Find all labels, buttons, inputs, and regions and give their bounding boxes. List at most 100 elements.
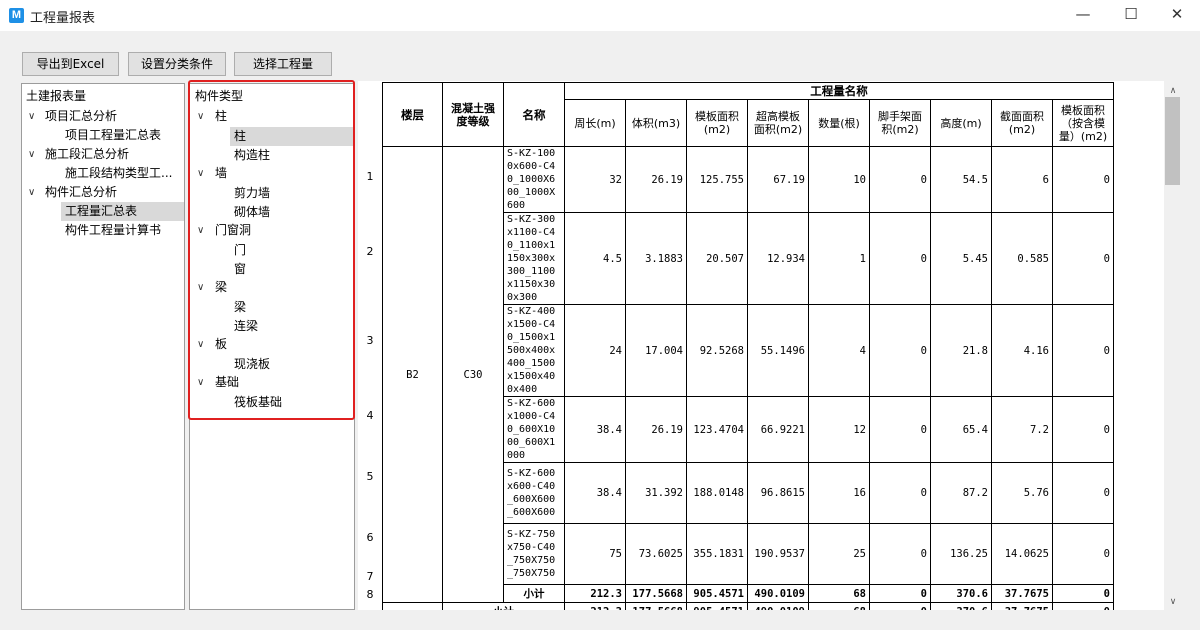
chevron-down-icon[interactable]: ∨ — [28, 111, 35, 122]
cell-scaffold: 0 — [869, 462, 931, 524]
cell-formwork-area: 355.1831 — [686, 523, 748, 585]
cell-height: 21.8 — [930, 304, 992, 397]
cell-scaffold: 0 — [869, 212, 931, 305]
tree-item-stage-structure[interactable]: 施工段结构类型工... — [65, 164, 172, 183]
tree-item-component-calc[interactable]: 构件工程量计算书 — [65, 221, 161, 240]
row-number: 7 — [366, 570, 374, 583]
minimize-button[interactable]: — — [1060, 0, 1106, 31]
scroll-down-icon[interactable]: ∨ — [1164, 594, 1182, 610]
chevron-down-icon[interactable]: ∨ — [28, 187, 35, 198]
cell-formwork-by-content: 0 — [1052, 462, 1114, 524]
row-number: 6 — [366, 531, 374, 544]
title-bar: M 工程量报表 — ☐ ✕ — [0, 0, 1200, 31]
header-high-formwork: 超高模板面积(m2) — [747, 99, 809, 147]
header-height: 高度(m) — [930, 99, 992, 147]
app-logo-icon: M — [9, 8, 24, 23]
cell-volume: 17.004 — [625, 304, 687, 397]
row-number: 8 — [366, 588, 374, 601]
cell-section-area: 6 — [991, 146, 1053, 213]
report-tree-panel: 土建报表量 ∨ 项目汇总分析 项目工程量汇总表 ∨ 施工段汇总分析 施工段结构类… — [21, 83, 185, 610]
set-condition-button[interactable]: 设置分类条件 — [128, 52, 226, 76]
window-title: 工程量报表 — [30, 11, 96, 26]
cell-section-area: 5.76 — [991, 462, 1053, 524]
subtotal-count: 68 — [808, 584, 870, 603]
cell-high-formwork: 190.9537 — [747, 523, 809, 585]
cell-formwork-area: 123.4704 — [686, 396, 748, 463]
cell-name: S-KZ-400x1500-C40_1500x1500x400x400_1500… — [503, 304, 565, 397]
tree-item-project-summary[interactable]: 项目汇总分析 — [45, 107, 117, 126]
total-formwork-area: 905.4571 — [686, 602, 748, 610]
cell-name: S-KZ-300x1100-C40_1100x1150x300x300_1100… — [503, 212, 565, 305]
header-volume: 体积(m3) — [625, 99, 687, 147]
total-floor-blank — [382, 602, 443, 610]
header-formwork-area: 模板面积(m2) — [686, 99, 748, 147]
cell-section-area: 4.16 — [991, 304, 1053, 397]
cell-high-formwork: 66.9221 — [747, 396, 809, 463]
header-floor: 楼层 — [382, 82, 443, 147]
cell-high-formwork: 67.19 — [747, 146, 809, 213]
cell-perimeter: 38.4 — [564, 396, 626, 463]
tree-item-quantity-summary[interactable]: 工程量汇总表 — [65, 202, 137, 221]
cell-high-formwork: 55.1496 — [747, 304, 809, 397]
total-volume: 177.5668 — [625, 602, 687, 610]
row-number: 4 — [366, 409, 374, 422]
cell-volume: 73.6025 — [625, 523, 687, 585]
cell-height: 87.2 — [930, 462, 992, 524]
header-formwork-by-content: 模板面积（按含模量）(m2) — [1052, 99, 1114, 147]
row-number: 1 — [366, 170, 374, 183]
scrollbar-thumb[interactable] — [1165, 97, 1180, 185]
maximize-button[interactable]: ☐ — [1108, 0, 1154, 31]
total-count: 68 — [808, 602, 870, 610]
row-number: 3 — [366, 334, 374, 347]
cell-volume: 26.19 — [625, 396, 687, 463]
cell-count: 10 — [808, 146, 870, 213]
close-button[interactable]: ✕ — [1154, 0, 1200, 31]
tree-item-component-summary[interactable]: 构件汇总分析 — [45, 183, 117, 202]
subtotal-scaffold: 0 — [869, 584, 931, 603]
cell-count: 12 — [808, 396, 870, 463]
subtotal-label: 小计 — [503, 584, 565, 603]
export-excel-button[interactable]: 导出到Excel — [22, 52, 119, 76]
cell-perimeter: 32 — [564, 146, 626, 213]
table-row[interactable]: B2 C30 S-KZ-1000x600-C40_1000X600_1000X600… — [382, 146, 1114, 603]
header-count: 数量(根) — [808, 99, 870, 147]
header-scaffold: 脚手架面积(m2) — [869, 99, 931, 147]
cell-height: 136.25 — [930, 523, 992, 585]
chevron-down-icon[interactable]: ∨ — [28, 149, 35, 160]
cell-perimeter: 38.4 — [564, 462, 626, 524]
cell-scaffold: 0 — [869, 523, 931, 585]
cell-grade: C30 — [442, 146, 504, 603]
total-row[interactable]: 小计212.3177.5668905.4571490.0109680370.63… — [382, 602, 1114, 610]
cell-formwork-by-content: 0 — [1052, 146, 1114, 213]
header-group: 工程量名称 — [564, 82, 1114, 100]
select-quantity-button[interactable]: 选择工程量 — [234, 52, 332, 76]
cell-volume: 31.392 — [625, 462, 687, 524]
header-section-area: 截面面积(m2) — [991, 99, 1053, 147]
header-perimeter: 周长(m) — [564, 99, 626, 147]
cell-volume: 3.1883 — [625, 212, 687, 305]
cell-formwork-by-content: 0 — [1052, 396, 1114, 463]
subtotal-formwork-area: 905.4571 — [686, 584, 748, 603]
cell-formwork-area: 92.5268 — [686, 304, 748, 397]
tree-item-project-quantity-table[interactable]: 项目工程量汇总表 — [65, 126, 161, 145]
cell-section-area: 0.585 — [991, 212, 1053, 305]
cell-scaffold: 0 — [869, 396, 931, 463]
header-grade: 混凝土强度等级 — [442, 82, 504, 147]
cell-floor: B2 — [382, 146, 443, 603]
cell-height: 5.45 — [930, 212, 992, 305]
total-height: 370.6 — [930, 602, 992, 610]
cell-perimeter: 4.5 — [564, 212, 626, 305]
cell-name: S-KZ-600x1000-C40_600X1000_600X1000 — [503, 396, 565, 463]
cell-scaffold: 0 — [869, 146, 931, 213]
tree-item-stage-summary[interactable]: 施工段汇总分析 — [45, 145, 129, 164]
cell-formwork-by-content: 0 — [1052, 523, 1114, 585]
quantity-grid[interactable]: 楼层 混凝土强度等级 名称 工程量名称 周长(m) 体积(m3) 模板面积(m2… — [358, 81, 1164, 610]
cell-count: 4 — [808, 304, 870, 397]
cell-name: S-KZ-600x600-C40_600X600_600X600 — [503, 462, 565, 524]
subtotal-volume: 177.5668 — [625, 584, 687, 603]
cell-count: 25 — [808, 523, 870, 585]
total-section-area: 37.7675 — [991, 602, 1053, 610]
cell-count: 1 — [808, 212, 870, 305]
tree-root-label: 土建报表量 — [26, 89, 87, 103]
cell-height: 54.5 — [930, 146, 992, 213]
